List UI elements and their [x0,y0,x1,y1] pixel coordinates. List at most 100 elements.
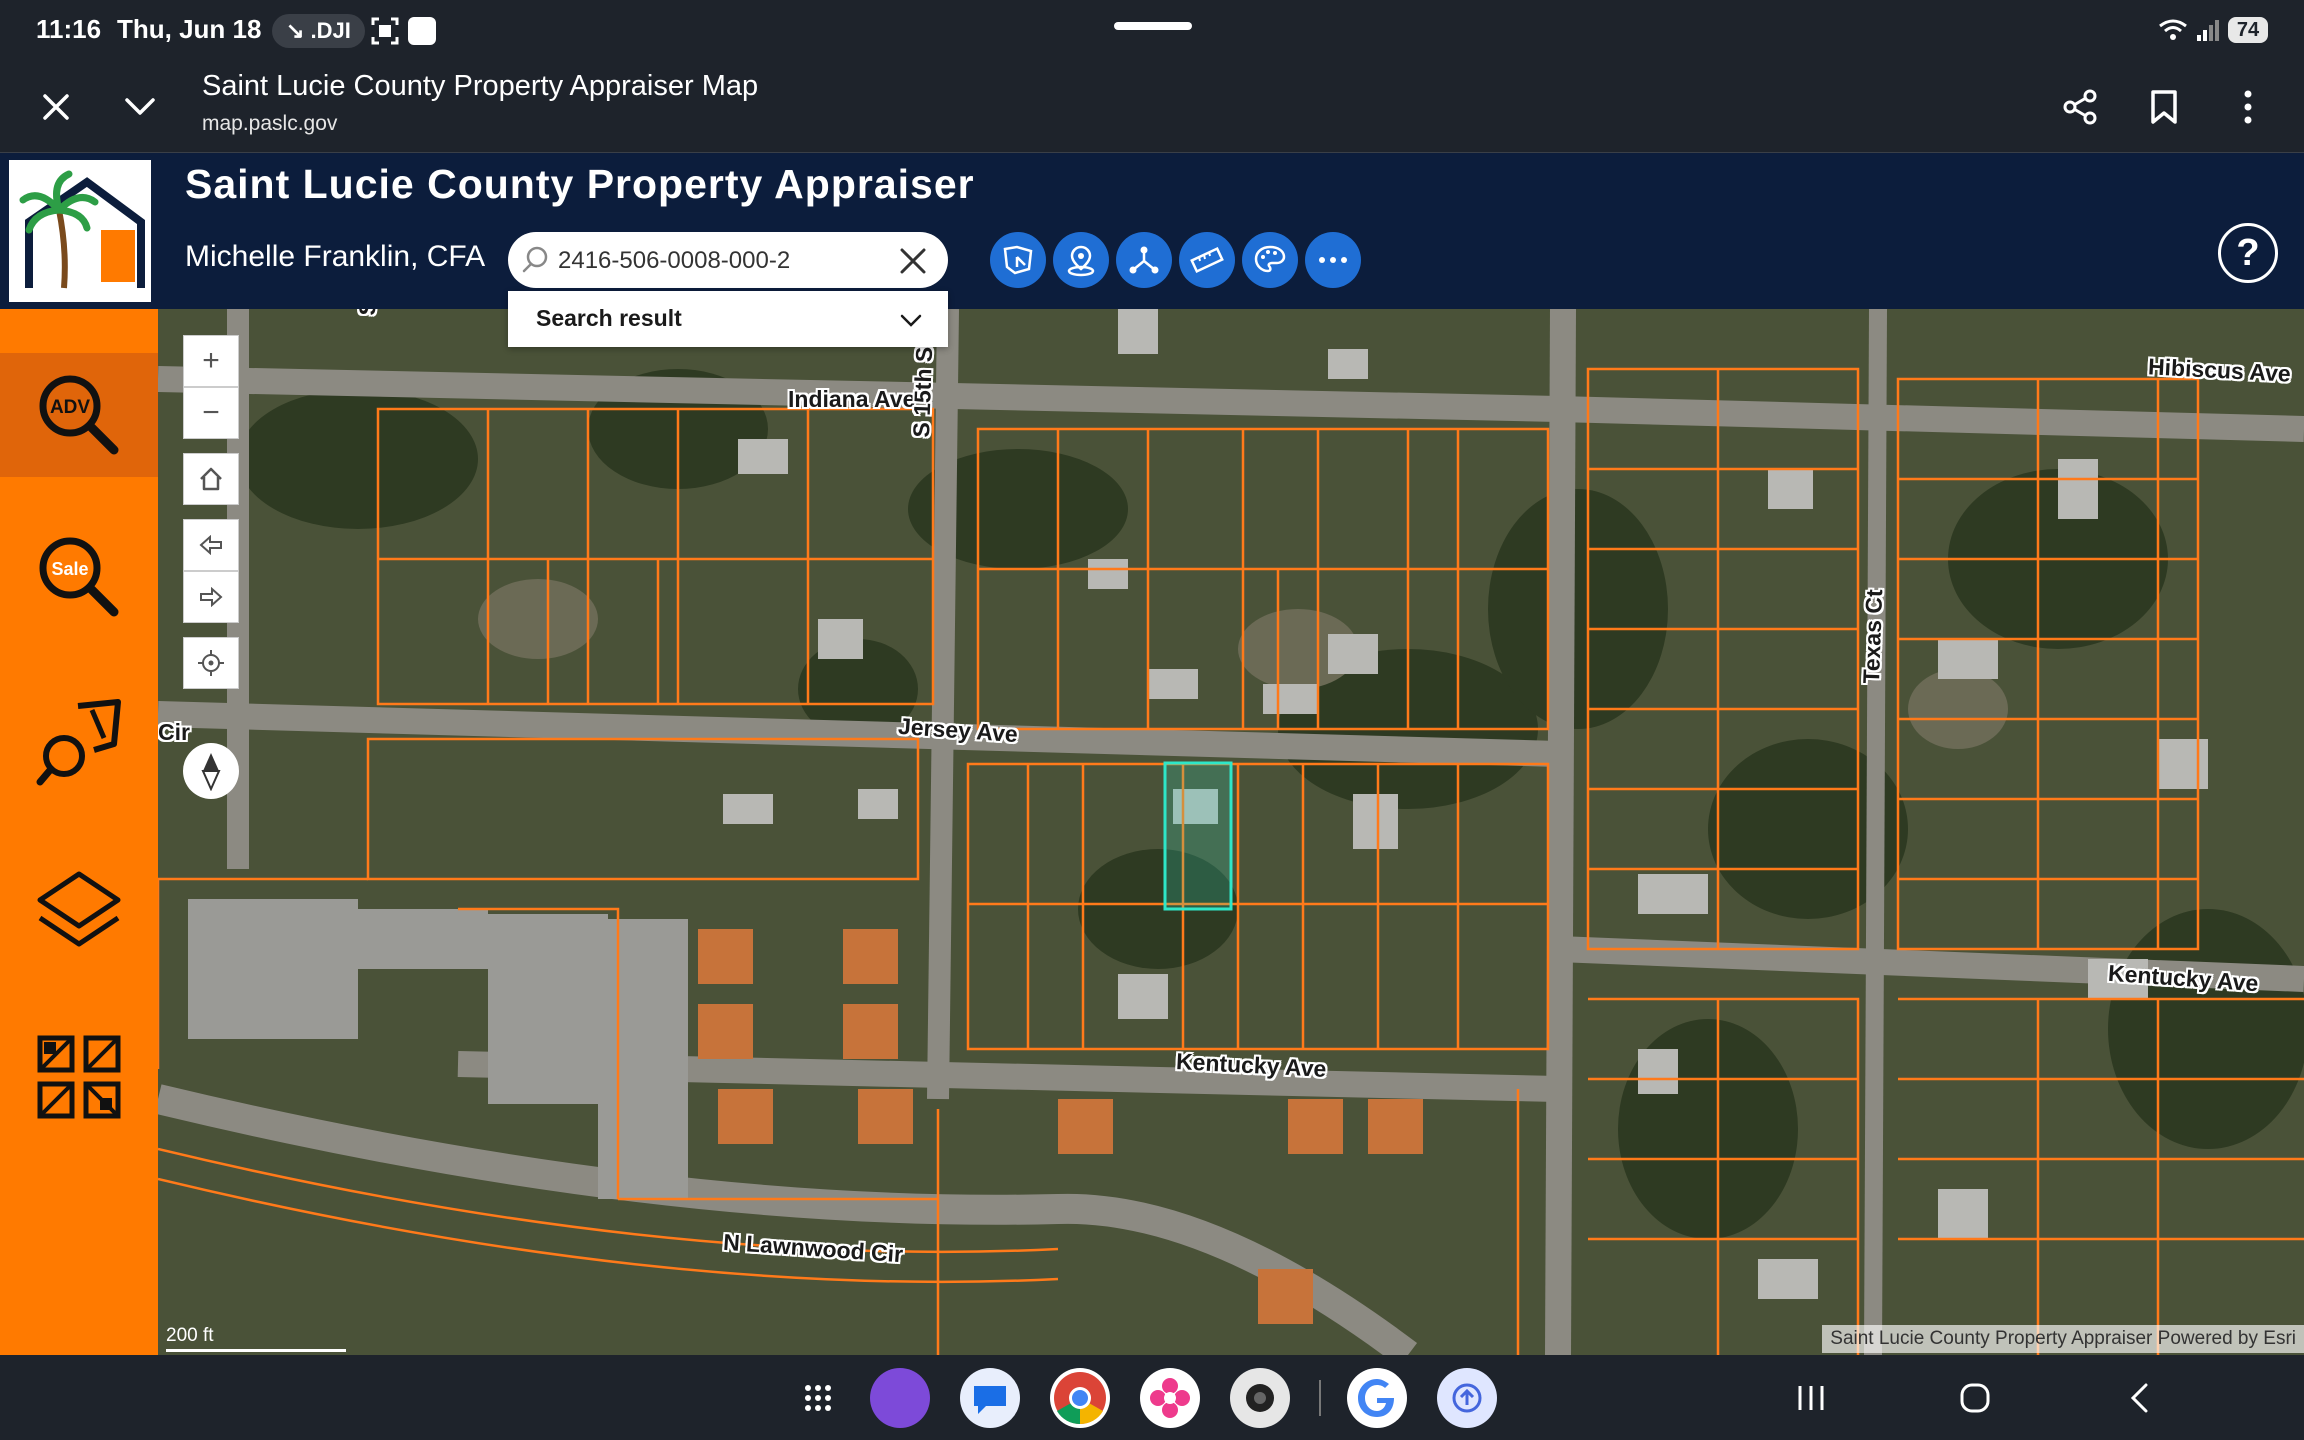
upload-icon [1452,1383,1482,1413]
close-button[interactable] [26,77,86,137]
share-icon [2063,89,2097,125]
compass-icon [201,753,221,791]
browser-toolbar: Saint Lucie County Property Appraiser Ma… [0,62,2304,153]
search-input[interactable] [556,240,890,282]
status-time: 11:16 [36,14,102,44]
appraiser-logo[interactable] [6,157,154,305]
status-date: Thu, Jun 18 [117,14,262,44]
share-button[interactable] [2050,77,2110,137]
sale-badge: Sale [51,559,88,579]
battery-indicator: 74 [2228,17,2268,43]
bookmark-button[interactable] [2134,77,2194,137]
street-label-texas-ct: Texas Ct [1858,588,1888,684]
draw-button[interactable] [1242,232,1298,288]
page-title: Saint Lucie County Property Appraiser Ma… [202,70,759,102]
measure-button[interactable] [1179,232,1235,288]
dock-app-assistant[interactable] [870,1368,930,1428]
back-nav-button[interactable] [2114,1373,2164,1423]
chevron-down-icon [900,314,922,327]
select-parcel-button[interactable] [990,232,1046,288]
dock-divider [1319,1380,1321,1416]
search-icon [522,246,548,273]
app-drawer-button[interactable] [793,1373,843,1423]
system-nav-bar [0,1355,2304,1440]
network-icon [1129,246,1159,274]
help-icon: ? [2236,231,2260,274]
wifi-icon [2159,19,2187,40]
locate-me-button[interactable] [183,637,239,689]
widgets-button[interactable] [0,1015,158,1139]
camera-icon [1246,1384,1274,1412]
locate-button[interactable] [1053,232,1109,288]
screenshot-icon [371,17,399,45]
close-icon [43,94,69,120]
recents-icon [1798,1386,1824,1410]
clear-search-icon[interactable] [896,244,930,278]
network-tool-button[interactable] [1116,232,1172,288]
tool-sidebar: ADV Sale [0,309,158,1355]
back-chevron-icon [2130,1383,2148,1413]
parcel-map[interactable]: Indiana Ave S 15th St Jersey Ave Kentuck… [158,309,2304,1355]
window-handle[interactable] [1114,22,1192,30]
locate-pin-icon [1067,245,1095,277]
crosshair-icon [198,650,224,676]
chrome-icon [1054,1372,1106,1425]
apps-grid-icon [805,1385,831,1411]
appraiser-name: Michelle Franklin, CFA [185,240,486,273]
zoom-out-button[interactable]: − [183,387,239,439]
app-title: Saint Lucie County Property Appraiser [185,161,975,207]
palm-house-logo-icon [19,170,145,289]
dock-app-upload[interactable] [1437,1368,1497,1428]
street-label-s: S [354,309,382,316]
next-extent-button[interactable] [183,571,239,623]
dock-app-chrome[interactable] [1050,1368,1110,1428]
dock-app-camera[interactable] [1230,1368,1290,1428]
parcel-search[interactable] [508,232,948,288]
more-horizontal-icon [1319,257,1347,263]
collapse-button[interactable] [110,77,170,137]
scale-bar [166,1349,346,1352]
widgets-grid-icon [37,1035,121,1119]
search-result-dropdown[interactable]: Search result [508,291,948,347]
advanced-search-button[interactable]: ADV [0,353,158,477]
app-notification-icon [408,17,436,45]
recent-apps-button[interactable] [1786,1373,1836,1423]
home-icon [200,467,222,491]
flower-icon [1150,1378,1190,1418]
status-bar: 11:16 Thu, Jun 18 ↘ .DJI 74 [0,0,2304,62]
compass-button[interactable] [183,743,239,799]
previous-extent-button[interactable] [183,519,239,571]
scale-label: 200 ft [166,1325,214,1346]
sale-search-icon: Sale [39,537,119,617]
home-nav-button[interactable] [1950,1373,2000,1423]
zoom-in-button[interactable]: + [183,335,239,387]
signal-icon [2197,20,2219,41]
more-vert-icon [2244,90,2252,124]
more-tools-button[interactable] [1305,232,1361,288]
map-attribution[interactable]: Saint Lucie County Property Appraiser Po… [1822,1325,2304,1353]
selected-parcel[interactable] [1163,761,1233,911]
dock-app-messages[interactable] [960,1368,1020,1428]
more-options-button[interactable] [2218,77,2278,137]
arrow-right-icon [200,587,223,607]
satellite-basemap [158,309,2304,1355]
chat-bubble-icon [974,1386,1006,1414]
home-button[interactable] [183,453,239,505]
dock-app-google[interactable] [1347,1368,1407,1428]
street-label-cir: Cir [158,719,190,745]
help-button[interactable]: ? [2218,223,2278,283]
chevron-down-icon [125,98,155,115]
page-url: map.paslc.gov [202,112,338,135]
dji-notification-chip[interactable]: ↘ .DJI [272,14,365,48]
layers-button[interactable] [0,849,158,973]
street-label-s15th: S 15th St [908,338,938,438]
select-parcel-icon [1003,245,1033,275]
map-query-button[interactable] [0,681,158,805]
home-circle-icon [1960,1383,1990,1413]
dock-app-gallery[interactable] [1140,1368,1200,1428]
bookmark-icon [2151,90,2177,124]
search-result-label: Search result [536,305,682,331]
google-icon [1358,1379,1394,1417]
sale-search-button[interactable]: Sale [0,515,158,639]
arrow-left-icon [199,535,222,555]
